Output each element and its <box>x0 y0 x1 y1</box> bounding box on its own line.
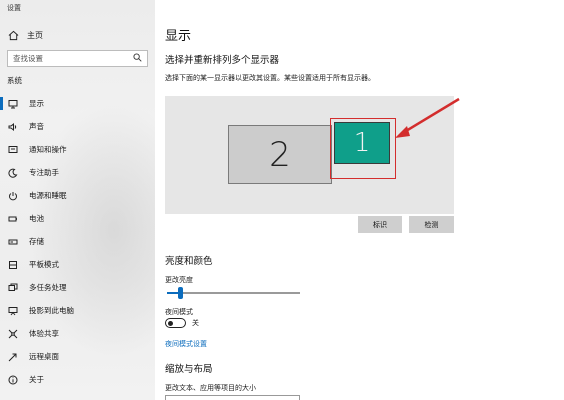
projector-icon <box>7 305 18 316</box>
sidebar-item-multitasking[interactable]: 多任务处理 <box>0 276 155 299</box>
scale-dropdown[interactable] <box>165 395 300 400</box>
sidebar-item-label: 投影到此电脑 <box>29 306 74 315</box>
sidebar-item-power[interactable]: 电源和睡眠 <box>0 184 155 207</box>
night-light-settings-link[interactable]: 夜间模式设置 <box>165 339 207 349</box>
sidebar-item-label: 多任务处理 <box>29 283 67 292</box>
sidebar-item-label: 关于 <box>29 375 44 384</box>
sidebar-item-label: 电池 <box>29 214 44 223</box>
arrange-displays-title: 选择并重新排列多个显示器 <box>165 55 280 66</box>
sidebar-item-remote-desktop[interactable]: 远程桌面 <box>0 345 155 368</box>
monitor-number: 1 <box>353 128 371 158</box>
page-title: 显示 <box>165 29 192 44</box>
night-light-state: 关 <box>192 319 199 327</box>
moon-icon <box>7 167 18 178</box>
sidebar-item-label: 存储 <box>29 237 44 246</box>
search-icon[interactable] <box>133 53 142 64</box>
night-light-label: 夜间模式 <box>165 308 193 316</box>
sidebar-item-label: 声音 <box>29 122 44 131</box>
info-icon <box>7 374 18 385</box>
sidebar-item-about[interactable]: 关于 <box>0 368 155 391</box>
monitor-2[interactable]: 2 <box>228 125 332 184</box>
sidebar-item-tablet-mode[interactable]: 平板模式 <box>0 253 155 276</box>
identify-button[interactable]: 标识 <box>358 216 402 233</box>
search-input[interactable]: 查找设置 <box>7 50 148 67</box>
monitor-icon <box>7 98 18 109</box>
power-icon <box>7 190 18 201</box>
monitor-number: 2 <box>269 134 291 175</box>
annotation-arrow <box>395 97 460 138</box>
multitask-icon <box>7 282 18 293</box>
section-title: 系统 <box>7 76 22 85</box>
brightness-label: 更改亮度 <box>165 276 193 284</box>
sidebar-item-label: 通知和操作 <box>29 145 67 154</box>
sidebar-item-notifications[interactable]: 通知和操作 <box>0 138 155 161</box>
home-label: 主页 <box>27 30 43 40</box>
sidebar-item-battery[interactable]: 电池 <box>0 207 155 230</box>
notification-icon <box>7 144 18 155</box>
tablet-icon <box>7 259 18 270</box>
sidebar-item-display[interactable]: 显示 <box>0 92 155 115</box>
sidebar-item-label: 显示 <box>29 99 44 108</box>
brightness-color-heading: 亮度和颜色 <box>165 256 213 267</box>
home-icon <box>7 29 19 41</box>
sidebar-item-label: 平板模式 <box>29 260 59 269</box>
speaker-icon <box>7 121 18 132</box>
main-content: 显示 选择并重新排列多个显示器 选择下面的某一显示器以更改其设置。某些设置适用于… <box>155 0 564 400</box>
home-nav-item[interactable]: 主页 <box>7 28 43 42</box>
brightness-slider[interactable] <box>167 287 300 299</box>
sidebar-item-project[interactable]: 投影到此电脑 <box>0 299 155 322</box>
scale-label: 更改文本、应用等项目的大小 <box>165 384 256 392</box>
sidebar-item-shared-experiences[interactable]: 体验共享 <box>0 322 155 345</box>
slider-thumb[interactable] <box>178 287 183 299</box>
sidebar-item-label: 远程桌面 <box>29 352 59 361</box>
sidebar-item-label: 专注助手 <box>29 168 59 177</box>
storage-icon <box>7 236 18 247</box>
sidebar-nav: 显示 声音 通知和操作 专注助手 电源和睡眠 电池 存储 平板模式 多任务处理 … <box>0 92 155 391</box>
sidebar-item-label: 电源和睡眠 <box>29 191 67 200</box>
search-placeholder: 查找设置 <box>13 54 43 63</box>
window-title: 设置 <box>7 4 21 12</box>
detect-button[interactable]: 检测 <box>409 216 454 233</box>
sidebar-item-focus-assist[interactable]: 专注助手 <box>0 161 155 184</box>
sidebar-item-label: 体验共享 <box>29 329 59 338</box>
battery-icon <box>7 213 18 224</box>
night-light-row: 关 <box>165 318 199 328</box>
scale-layout-heading: 缩放与布局 <box>165 364 213 375</box>
sidebar: 设置 主页 查找设置 系统 显示 声音 通知和操作 专注助手 电源和睡眠 电池 … <box>0 0 155 400</box>
arrange-displays-description: 选择下面的某一显示器以更改其设置。某些设置适用于所有显示器。 <box>165 74 375 82</box>
monitor-1[interactable]: 1 <box>334 122 390 164</box>
sidebar-item-sound[interactable]: 声音 <box>0 115 155 138</box>
night-light-toggle[interactable] <box>165 318 186 328</box>
slider-track <box>167 292 300 294</box>
sidebar-item-storage[interactable]: 存储 <box>0 230 155 253</box>
remote-icon <box>7 351 18 362</box>
share-icon <box>7 328 18 339</box>
toggle-knob <box>168 320 173 326</box>
